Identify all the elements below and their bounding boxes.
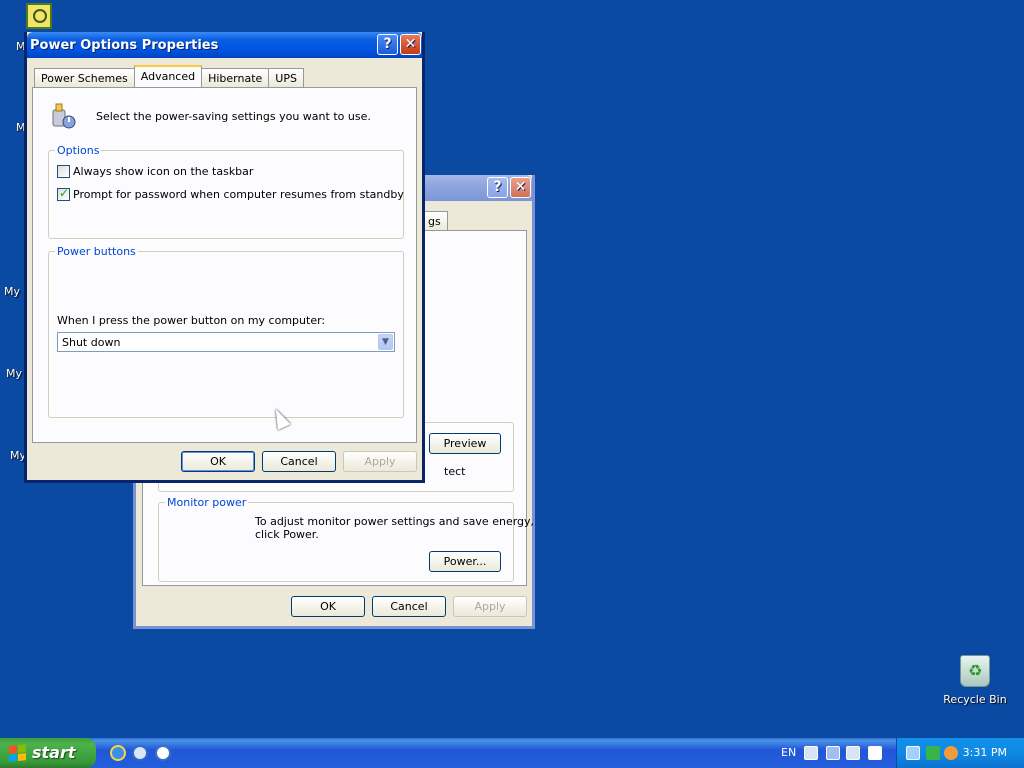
keyboard-icon[interactable] [804, 746, 818, 760]
tab-power-schemes[interactable]: Power Schemes [34, 68, 135, 87]
power-buttons-group-title: Power buttons [55, 245, 138, 258]
intro-text: Select the power-saving settings you wan… [96, 110, 371, 123]
pen-icon[interactable] [826, 746, 840, 760]
advanced-tab-panel: Select the power-saving settings you wan… [32, 87, 417, 443]
monitor-power-text-2: click Power. [255, 528, 319, 541]
security-shield-icon[interactable] [926, 746, 940, 760]
preview-button[interactable]: Preview [429, 433, 501, 454]
close-icon[interactable]: ✕ [400, 34, 421, 55]
prompt-password-label[interactable]: Prompt for password when computer resume… [73, 188, 404, 201]
tab-advanced[interactable]: Advanced [133, 65, 203, 87]
power-options-desktop-icon[interactable] [26, 3, 52, 29]
language-indicator[interactable]: EN [781, 746, 796, 759]
help-icon[interactable]: ? [377, 34, 398, 55]
power-button-action-label: When I press the power button on my comp… [57, 314, 326, 327]
clock[interactable]: 3:31 PM [963, 746, 1007, 759]
outlook-express-icon[interactable] [132, 745, 148, 761]
internet-explorer-icon[interactable] [110, 745, 126, 761]
cancel-button[interactable]: Cancel [372, 596, 446, 617]
show-icon-label[interactable]: Always show icon on the taskbar [73, 165, 253, 178]
prompt-password-checkbox[interactable] [57, 186, 70, 201]
show-icon-checkbox[interactable] [57, 165, 70, 178]
help-icon[interactable]: ? [487, 177, 508, 198]
tab-settings-partial[interactable]: gs [421, 211, 448, 230]
ok-button[interactable]: OK [291, 596, 365, 617]
desktop-icon-label[interactable]: My [6, 367, 22, 380]
recycle-bin-label: Recycle Bin [943, 693, 1007, 706]
power-options-icon [52, 103, 76, 129]
chevron-down-icon[interactable]: ▼ [378, 334, 393, 350]
recycle-bin-icon [960, 655, 990, 687]
network-icon[interactable] [906, 746, 920, 760]
ok-button[interactable]: OK [181, 451, 255, 472]
apply-button[interactable]: Apply [343, 451, 417, 472]
apply-button[interactable]: Apply [453, 596, 527, 617]
taskbar: start EN 3:31 PM [0, 738, 1024, 768]
help-icon[interactable] [868, 746, 882, 760]
options-group: Options Always show icon on the taskbar … [48, 144, 404, 239]
start-button[interactable]: start [0, 738, 96, 768]
search-icon[interactable] [944, 746, 958, 760]
media-player-icon[interactable] [155, 745, 171, 761]
partial-text: tect [444, 465, 466, 478]
start-label: start [32, 743, 76, 762]
monitor-power-title: Monitor power [165, 496, 249, 509]
tab-ups[interactable]: UPS [268, 68, 304, 87]
speech-icon[interactable] [846, 746, 860, 760]
power-button[interactable]: Power... [429, 551, 501, 572]
system-tray: 3:31 PM [896, 738, 1024, 768]
options-group-title: Options [55, 144, 102, 157]
cancel-button[interactable]: Cancel [262, 451, 336, 472]
power-buttons-group: Power buttons When I press the power but… [48, 245, 404, 418]
power-button-action-value: Shut down [62, 336, 121, 349]
recycle-bin[interactable]: Recycle Bin [940, 655, 1010, 706]
dialog-titlebar[interactable]: Power Options Properties ? ✕ [27, 32, 422, 58]
tab-hibernate[interactable]: Hibernate [201, 68, 270, 87]
monitor-power-group: Monitor power To adjust monitor power se… [158, 496, 534, 582]
monitor-power-text-1: To adjust monitor power settings and sav… [255, 515, 535, 528]
close-icon[interactable]: ✕ [510, 177, 531, 198]
windows-logo-icon [9, 744, 26, 762]
power-button-action-select[interactable]: Shut down ▼ [57, 332, 395, 352]
power-options-dialog[interactable]: Power Options Properties ? ✕ Power Schem… [24, 32, 425, 483]
dialog-title: Power Options Properties [30, 38, 219, 53]
